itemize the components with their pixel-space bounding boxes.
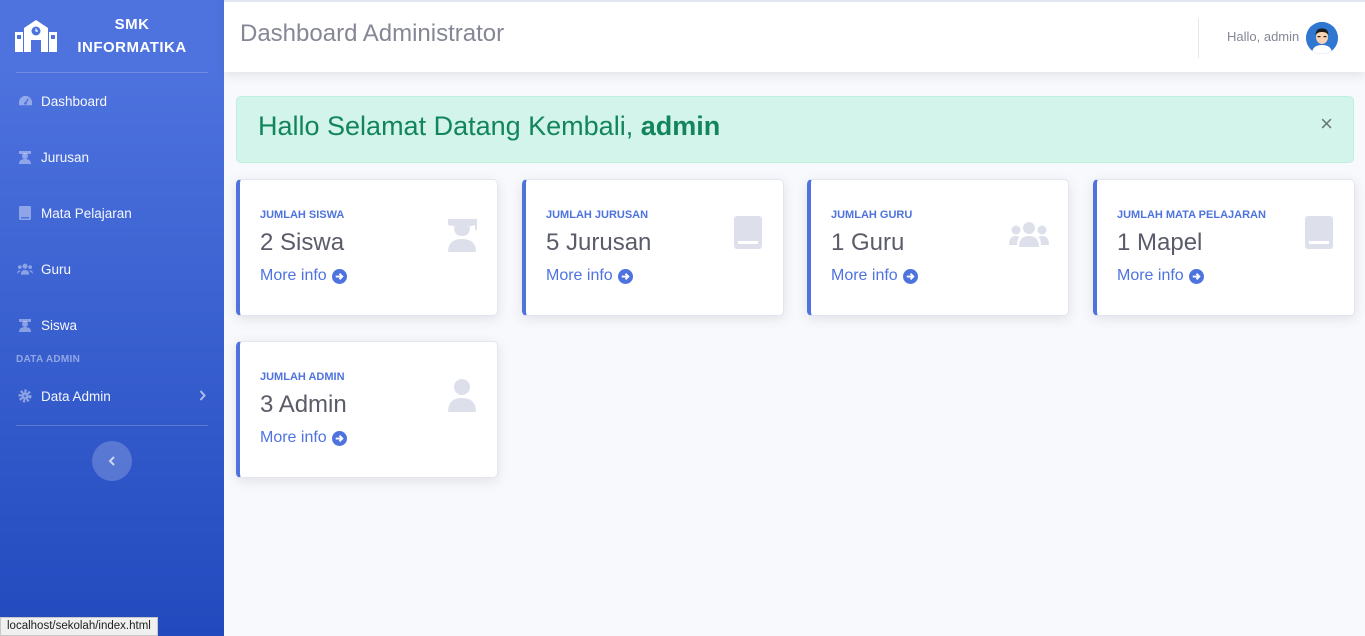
card-value: 2 Siswa — [260, 229, 345, 256]
welcome-text: Hallo Selamat Datang Kembali, — [258, 111, 641, 141]
card-value: 5 Jurusan — [546, 229, 652, 256]
sidebar-item-label: Siswa — [41, 317, 78, 333]
more-info-label: More info — [260, 429, 327, 446]
dashboard-icon — [17, 93, 33, 109]
sidebar-item-label: Dashboard — [41, 93, 108, 109]
arrow-circle-right-icon — [331, 268, 347, 284]
chevron-right-icon — [199, 389, 206, 404]
brand-line-2: INFORMATIKA — [77, 39, 187, 56]
user-avatar-icon — [1306, 22, 1338, 54]
gear-icon — [17, 388, 33, 404]
more-info-label: More info — [1117, 267, 1184, 284]
arrow-circle-right-icon — [1188, 268, 1204, 284]
sidebar-heading: DATA ADMIN — [16, 354, 81, 365]
user-icon — [448, 379, 476, 412]
chevron-left-icon — [108, 456, 115, 466]
card-value: 1 Guru — [831, 229, 905, 256]
stat-card-siswa: JUMLAH SISWA 2 Siswa More info — [236, 179, 498, 316]
graduate-icon — [17, 317, 33, 333]
graduate-icon — [17, 149, 33, 165]
book-icon — [17, 205, 33, 221]
sidebar-item-jurusan[interactable]: Jurusan — [0, 129, 224, 185]
more-info-label: More info — [260, 267, 327, 284]
topbar-divider — [1198, 18, 1199, 58]
sidebar-item-data-admin[interactable]: Data Admin — [0, 367, 224, 425]
sidebar-item-label: Guru — [41, 261, 72, 277]
more-info-link[interactable]: More info — [546, 267, 633, 285]
user-greeting[interactable]: Hallo, admin — [1227, 29, 1299, 44]
card-label: JUMLAH SISWA — [260, 209, 345, 221]
sidebar-item-label: Mata Pelajaran — [41, 205, 132, 221]
card-label: JUMLAH GURU — [831, 209, 913, 221]
brand[interactable]: SMK INFORMATIKA — [0, 0, 224, 72]
card-label: JUMLAH MATA PELAJARAN — [1117, 209, 1266, 221]
sidebar-item-label: Jurusan — [41, 149, 90, 165]
sidebar-divider — [16, 425, 208, 426]
more-info-label: More info — [546, 267, 613, 284]
brand-line-1: SMK — [114, 16, 150, 33]
graduate-icon — [448, 219, 477, 252]
welcome-message: Hallo Selamat Datang Kembali, admin — [258, 111, 720, 142]
sidebar-item-siswa[interactable]: Siswa — [0, 297, 224, 353]
stat-card-guru: JUMLAH GURU 1 Guru More info — [807, 179, 1069, 316]
card-label: JUMLAH JURUSAN — [546, 209, 649, 221]
close-button[interactable]: × — [1320, 111, 1333, 137]
sidebar-toggle-button[interactable] — [92, 441, 132, 481]
arrow-circle-right-icon — [902, 268, 918, 284]
more-info-link[interactable]: More info — [260, 267, 347, 285]
browser-status-url: localhost/sekolah/index.html — [0, 617, 158, 636]
sidebar: SMK INFORMATIKA Dashboard Jurusan Mata P… — [0, 0, 224, 636]
sidebar-item-label: Data Admin — [41, 388, 111, 404]
card-label: JUMLAH ADMIN — [260, 371, 345, 383]
stat-card-jurusan: JUMLAH JURUSAN 5 Jurusan More info — [522, 179, 784, 316]
sidebar-item-guru[interactable]: Guru — [0, 241, 224, 297]
stat-card-admin: JUMLAH ADMIN 3 Admin More info — [236, 341, 498, 478]
welcome-alert: Hallo Selamat Datang Kembali, admin × — [236, 96, 1354, 163]
arrow-circle-right-icon — [331, 430, 347, 446]
users-icon — [17, 261, 33, 277]
book-icon — [734, 216, 762, 249]
sidebar-item-mata-pelajaran[interactable]: Mata Pelajaran — [0, 185, 224, 241]
topbar: Dashboard Administrator Hallo, admin — [224, 0, 1365, 72]
more-info-label: More info — [831, 267, 898, 284]
card-value: 3 Admin — [260, 391, 347, 418]
welcome-username: admin — [640, 111, 721, 141]
users-icon — [1009, 222, 1049, 247]
brand-name: SMK INFORMATIKA — [72, 13, 192, 59]
more-info-link[interactable]: More info — [831, 267, 918, 285]
more-info-link[interactable]: More info — [260, 429, 347, 447]
page-title: Dashboard Administrator — [240, 20, 505, 47]
avatar[interactable] — [1306, 22, 1338, 54]
book-icon — [1305, 216, 1333, 249]
school-icon — [15, 20, 57, 52]
more-info-link[interactable]: More info — [1117, 267, 1204, 285]
sidebar-item-dashboard[interactable]: Dashboard — [0, 73, 224, 129]
stat-card-mata-pelajaran: JUMLAH MATA PELAJARAN 1 Mapel More info — [1093, 179, 1355, 316]
arrow-circle-right-icon — [617, 268, 633, 284]
card-value: 1 Mapel — [1117, 229, 1203, 256]
